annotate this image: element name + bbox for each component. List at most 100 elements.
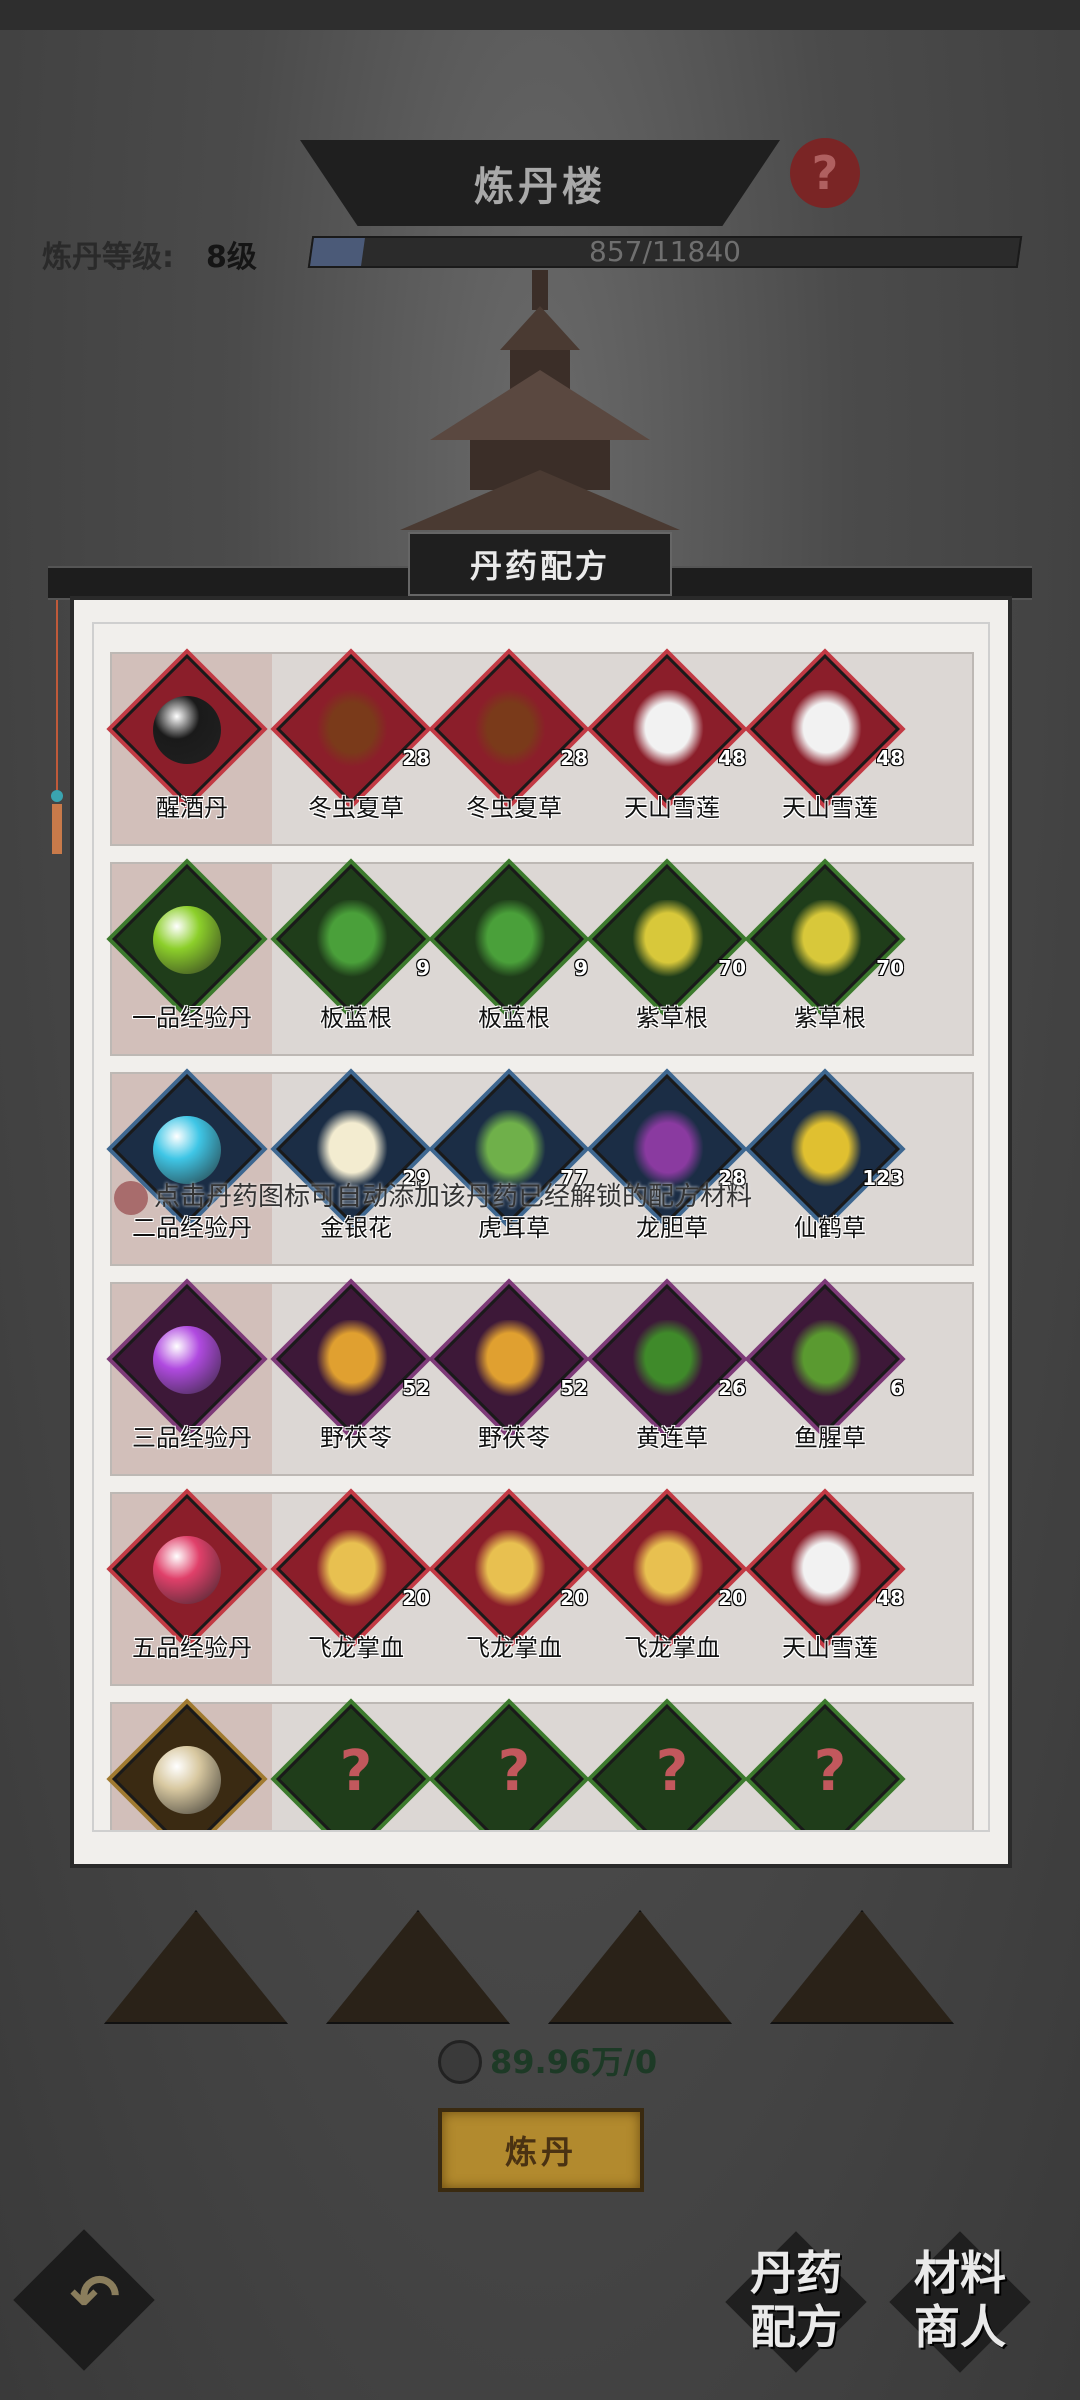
pill-slot[interactable]: 醒酒丹 [112, 654, 272, 842]
recipe-menu-button[interactable]: 丹药 配方 [725, 2231, 867, 2373]
material-slot[interactable] [104, 1880, 288, 2024]
alchemy-button-label: 炼丹 [504, 2133, 577, 2171]
back-arrow-icon[interactable]: ↶ [60, 2262, 130, 2332]
isatis-root-icon [468, 900, 552, 984]
ingredient-name: 黄连草 [636, 1424, 708, 1452]
poria-icon [310, 1320, 394, 1404]
recipe-menu-line1: 丹药 [750, 2246, 842, 2300]
material-slot[interactable] [770, 1880, 954, 2024]
ingredient-count: 28 [402, 746, 430, 770]
merchant-menu-line1: 材料 [914, 2246, 1006, 2300]
ingredient-count: 9 [416, 956, 430, 980]
alchemy-button[interactable]: 炼丹 [438, 2108, 644, 2192]
status-bar [0, 0, 1080, 30]
pill-icon [153, 906, 221, 974]
question-mark-icon: ? [811, 146, 839, 200]
locked-slot[interactable]: ? [592, 1704, 752, 1830]
ingredient-name: 飞龙掌血 [466, 1634, 562, 1662]
locked-slot[interactable]: ? [276, 1704, 436, 1830]
snow-lotus-icon [784, 690, 868, 774]
ingredient-name: 野茯苓 [478, 1424, 550, 1452]
ingredient-slot[interactable]: 70 紫草根 [750, 864, 910, 1052]
ingredient-name: 紫草根 [636, 1004, 708, 1032]
pill-name: 一品经验丹 [132, 1004, 252, 1032]
isatis-root-icon [310, 900, 394, 984]
ingredient-slot[interactable]: 9 板蓝根 [434, 864, 594, 1052]
snow-lotus-icon [784, 1530, 868, 1614]
ingredient-slot[interactable]: 20 飞龙掌血 [276, 1494, 436, 1682]
ingredient-slot[interactable]: 28 龙胆草 [592, 1074, 752, 1262]
ingredient-slot[interactable]: 9 板蓝根 [276, 864, 436, 1052]
ingredient-slot[interactable]: 48 天山雪莲 [592, 654, 752, 842]
purple-gromwell-icon [626, 900, 710, 984]
ingredient-name: 飞龙掌血 [624, 1634, 720, 1662]
ingredient-slot[interactable]: 28 冬虫夏草 [276, 654, 436, 842]
recipe-row[interactable]: 三品经验丹 52 野茯苓 52 野茯苓 26 黄连草 6 鱼腥草 [110, 1282, 974, 1476]
help-button[interactable]: ? [790, 138, 860, 208]
ingredient-name: 板蓝根 [478, 1004, 550, 1032]
toddalia-icon [310, 1530, 394, 1614]
ingredient-slot[interactable]: 52 野茯苓 [434, 1284, 594, 1472]
cost-text: 89.96万/0 [490, 2043, 658, 2081]
merchant-menu-line2: 商人 [914, 2300, 1006, 2354]
ingredient-name: 冬虫夏草 [308, 794, 404, 822]
toddalia-icon [468, 1530, 552, 1614]
recipe-row[interactable]: 二品经验丹 29 金银花 77 虎耳草 28 龙胆草 123 仙鹤草 [110, 1072, 974, 1266]
recipe-row[interactable]: 醒酒丹 28 冬虫夏草 28 冬虫夏草 48 天山雪莲 48 天山雪莲 [110, 652, 974, 846]
panel-title-text: 丹药配方 [469, 547, 610, 585]
recipe-row[interactable]: 五品经验丹 20 飞龙掌血 20 飞龙掌血 20 飞龙掌血 48 天山雪莲 [110, 1492, 974, 1686]
tassel-icon [51, 600, 63, 854]
ingredient-count: 52 [402, 1376, 430, 1400]
pill-icon [153, 696, 221, 764]
ingredient-name: 冬虫夏草 [466, 794, 562, 822]
merchant-menu-button[interactable]: 材料 商人 [889, 2231, 1031, 2373]
houttuynia-icon [784, 1320, 868, 1404]
ingredient-slot[interactable]: 20 飞龙掌血 [592, 1494, 752, 1682]
ingredient-slot[interactable]: 52 野茯苓 [276, 1284, 436, 1472]
recipe-panel: 醒酒丹 28 冬虫夏草 28 冬虫夏草 48 天山雪莲 48 天山雪莲 一品经验丹 9 板蓝根 9 板蓝根… [70, 596, 1012, 1868]
ingredient-slot[interactable]: 20 飞龙掌血 [434, 1494, 594, 1682]
pill-slot[interactable]: 二品经验丹 [112, 1074, 272, 1262]
recipe-list[interactable]: 醒酒丹 28 冬虫夏草 28 冬虫夏草 48 天山雪莲 48 天山雪莲 一品经验丹 9 板蓝根 9 板蓝根… [92, 622, 990, 1832]
ingredient-count: 52 [560, 1376, 588, 1400]
ingredient-slot[interactable]: 70 紫草根 [592, 864, 752, 1052]
coptis-icon [626, 1320, 710, 1404]
question-mark-icon: ? [655, 1739, 689, 1804]
hint-icon [114, 1180, 148, 1215]
ingredient-slot[interactable]: 29 金银花 [276, 1074, 436, 1262]
material-slot[interactable] [326, 1880, 510, 2024]
recipe-menu-line2: 配方 [750, 2300, 842, 2354]
ingredient-slot[interactable]: 26 黄连草 [592, 1284, 752, 1472]
cordyceps-icon [310, 690, 394, 774]
ingredient-name: 飞龙掌血 [308, 1634, 404, 1662]
purple-gromwell-icon [784, 900, 868, 984]
question-mark-icon: ? [339, 1739, 373, 1804]
locked-slot[interactable]: ? [434, 1704, 594, 1830]
ingredient-name: 鱼腥草 [794, 1424, 866, 1452]
recipe-row[interactable]: 一品经验丹 9 板蓝根 9 板蓝根 70 紫草根 70 紫草根 [110, 862, 974, 1056]
ingredient-slot[interactable]: 6 鱼腥草 [750, 1284, 910, 1472]
ingredient-count: 26 [718, 1376, 746, 1400]
locked-slot[interactable]: ? [750, 1704, 910, 1830]
pill-slot[interactable]: 三品经验丹 [112, 1284, 272, 1472]
pill-name: 醒酒丹 [156, 794, 228, 822]
pill-name: 三品经验丹 [132, 1424, 252, 1452]
ingredient-count: 20 [560, 1586, 588, 1610]
ingredient-slot[interactable]: 28 冬虫夏草 [434, 654, 594, 842]
ingredient-count: 28 [560, 746, 588, 770]
recipe-row-locked[interactable]: ???? [110, 1702, 974, 1830]
material-slot[interactable] [548, 1880, 732, 2024]
ingredient-name: 板蓝根 [320, 1004, 392, 1032]
page-title: 炼丹楼 [474, 164, 606, 210]
pill-icon [153, 1536, 221, 1604]
ingredient-slot[interactable]: 123 仙鹤草 [750, 1074, 910, 1262]
ingredient-slot[interactable]: 48 天山雪莲 [750, 654, 910, 842]
ingredient-slot[interactable]: 48 天山雪莲 [750, 1494, 910, 1682]
question-mark-icon: ? [497, 1739, 531, 1804]
pill-slot[interactable] [112, 1704, 272, 1830]
pill-slot[interactable]: 一品经验丹 [112, 864, 272, 1052]
ingredient-slot[interactable]: 77 虎耳草 [434, 1074, 594, 1262]
pill-slot[interactable]: 五品经验丹 [112, 1494, 272, 1682]
hint-label: 点击丹药图标可自动添加该丹药已经解锁的配方材料 [154, 1182, 753, 1212]
ingredient-name: 天山雪莲 [782, 794, 878, 822]
